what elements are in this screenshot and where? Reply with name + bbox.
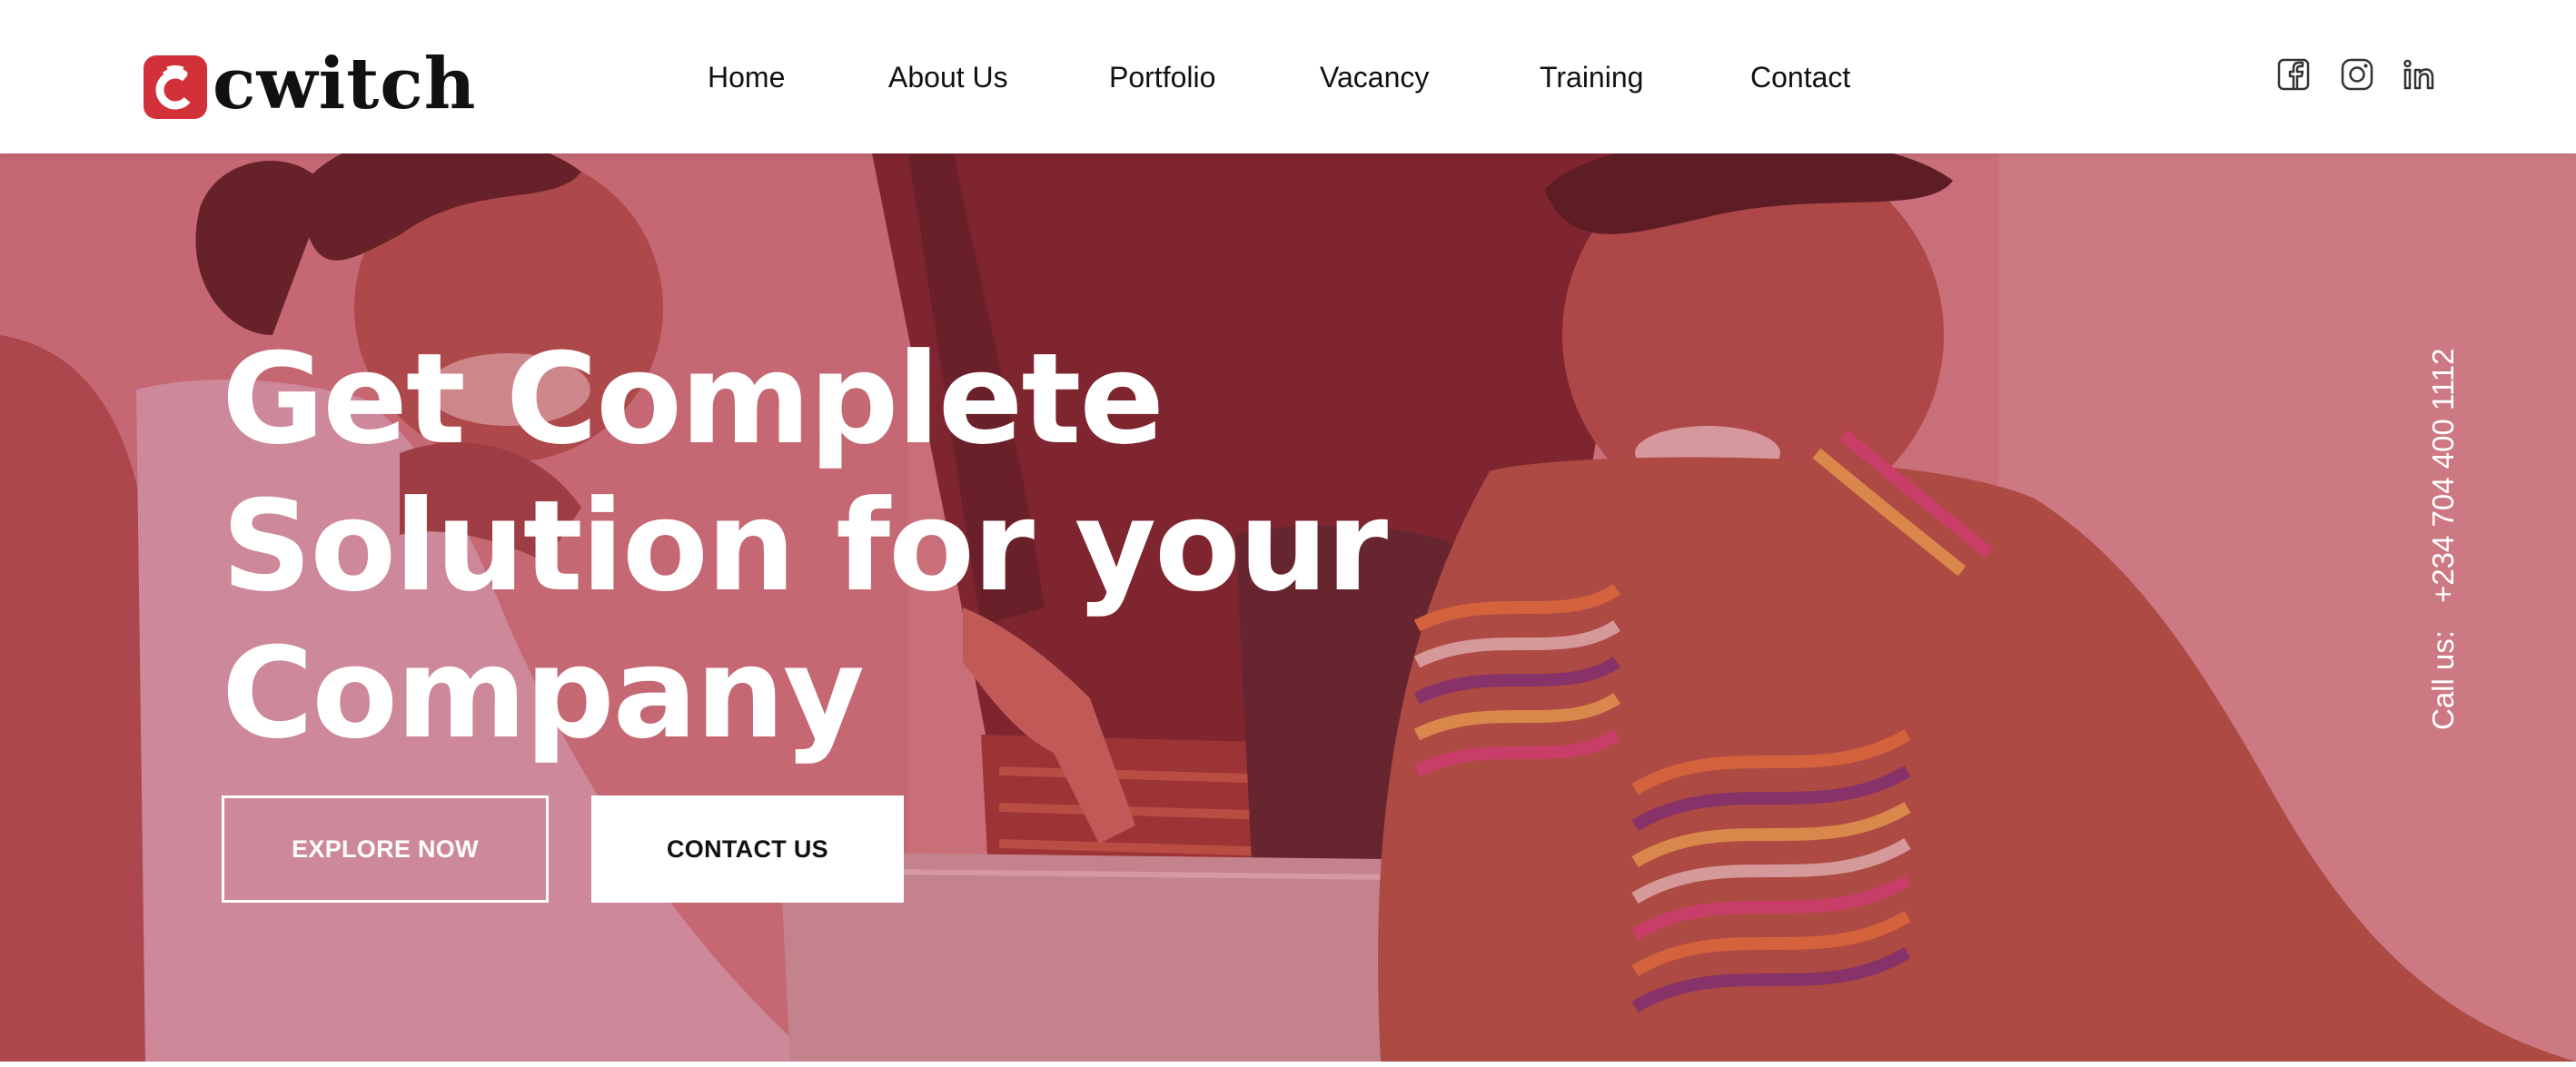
explore-now-button[interactable]: EXPLORE NOW [222, 795, 549, 903]
site-header: cwitch Home About Us Portfolio Vacancy T… [0, 0, 2576, 153]
call-us-vertical: Call us: +234 704 400 1112 [2398, 348, 2460, 753]
linkedin-icon[interactable] [2401, 56, 2437, 93]
brand-name: cwitch [213, 43, 477, 125]
site-logo[interactable]: cwitch [144, 49, 477, 125]
nav-item-home[interactable]: Home [708, 56, 785, 98]
nav-item-vacancy[interactable]: Vacancy [1320, 56, 1429, 98]
contact-us-button[interactable]: CONTACT US [591, 795, 904, 903]
phone-number-link[interactable]: +234 704 400 1112 [2426, 348, 2460, 602]
page-bottom-divider [0, 1062, 2576, 1067]
hero-section: Get Complete Solution for your Company E… [0, 153, 2576, 1062]
nav-item-contact[interactable]: Contact [1750, 56, 1850, 98]
logo-mark-icon [144, 55, 207, 119]
nav-item-portfolio[interactable]: Portfolio [1109, 56, 1215, 98]
nav-item-training[interactable]: Training [1540, 56, 1643, 98]
facebook-icon[interactable] [2275, 56, 2312, 93]
hero-title-line: Get Complete [222, 326, 1164, 472]
nav-item-about-us[interactable]: About Us [888, 56, 1008, 98]
hero-title-line: Solution for your [222, 473, 1388, 619]
call-us-label: Call us: [2426, 629, 2460, 730]
hero-title: Get Complete Solution for your Company [222, 326, 1402, 767]
instagram-icon[interactable] [2339, 56, 2375, 93]
hero-title-line: Company [222, 620, 865, 766]
